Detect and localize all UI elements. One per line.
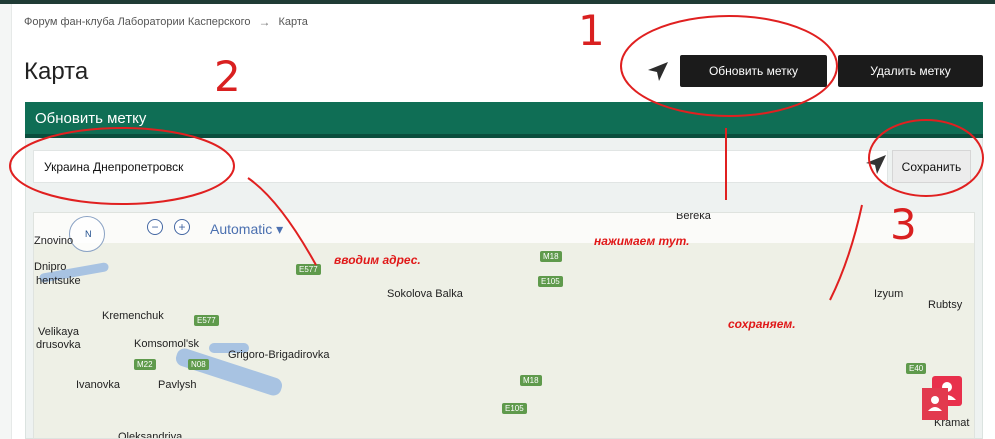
road-shield: E577 xyxy=(194,315,219,326)
map-view[interactable]: N − + Automatic ▾ Znovino Dnipro hentsuk… xyxy=(33,212,975,439)
zoom-in-button[interactable]: + xyxy=(174,219,190,235)
road-shield: M18 xyxy=(520,375,542,386)
compass-control[interactable]: N xyxy=(69,216,105,252)
left-border xyxy=(0,4,12,439)
road-shield: E40 xyxy=(906,363,927,374)
map-place: Oleksandriya xyxy=(118,431,183,439)
road-shield: E577 xyxy=(296,264,321,275)
breadcrumb-forum-link[interactable]: Форум фан-клуба Лаборатории Касперского xyxy=(24,16,250,28)
zoom-out-button[interactable]: − xyxy=(147,219,163,235)
annotation-click-here: нажимаем тут. xyxy=(594,234,690,248)
user-marker-icon[interactable] xyxy=(922,388,948,420)
map-place: Dnipro xyxy=(34,261,67,273)
annotation-number-3: 3 xyxy=(890,200,917,249)
map-place: Kremenchuk xyxy=(102,310,164,322)
map-place: hentsuke xyxy=(36,275,81,287)
road-shield: E105 xyxy=(538,276,563,287)
map-place: drusovka xyxy=(36,339,81,351)
map-place: Izyum xyxy=(874,288,904,300)
annotation-save: сохраняем. xyxy=(728,317,796,331)
panel-header: Обновить метку xyxy=(25,102,983,138)
road-shield: N08 xyxy=(188,359,209,370)
locate-me-icon[interactable] xyxy=(864,153,888,175)
delete-marker-button[interactable]: Удалить метку xyxy=(838,55,983,87)
map-place: Komsomol'sk xyxy=(134,338,200,350)
top-bar xyxy=(0,0,995,4)
update-marker-button[interactable]: Обновить метку xyxy=(680,55,827,87)
road-shield: E105 xyxy=(502,403,527,414)
map-place: Pavlysh xyxy=(158,379,197,391)
map-place: Znovino xyxy=(34,235,74,247)
address-input[interactable]: Украина Днепропетровск xyxy=(33,150,888,183)
map-place: Velikaya xyxy=(38,326,79,338)
compass-north-label: N xyxy=(85,229,92,239)
annotation-number-2: 2 xyxy=(214,52,241,101)
breadcrumb-separator: → xyxy=(258,15,271,29)
breadcrumb-current: Карта xyxy=(278,16,308,28)
road-shield: M22 xyxy=(134,359,156,370)
map-place: Grigoro-Brigadirovka xyxy=(228,349,330,361)
location-arrow-icon xyxy=(648,62,668,81)
page-title: Карта xyxy=(24,58,89,85)
annotation-number-1: 1 xyxy=(578,6,605,55)
annotation-enter-address: вводим адрес. xyxy=(334,253,421,267)
save-button[interactable]: Сохранить xyxy=(892,150,971,183)
map-place: Ivanovka xyxy=(76,379,121,391)
map-place: Bereka xyxy=(676,212,711,222)
road-shield: M18 xyxy=(540,251,562,262)
breadcrumb: Форум фан-клуба Лаборатории Касперского … xyxy=(24,15,308,29)
map-type-dropdown[interactable]: Automatic ▾ xyxy=(210,221,283,238)
map-place: Rubtsy xyxy=(928,299,963,311)
map-place: Sokolova Balka xyxy=(387,288,463,300)
